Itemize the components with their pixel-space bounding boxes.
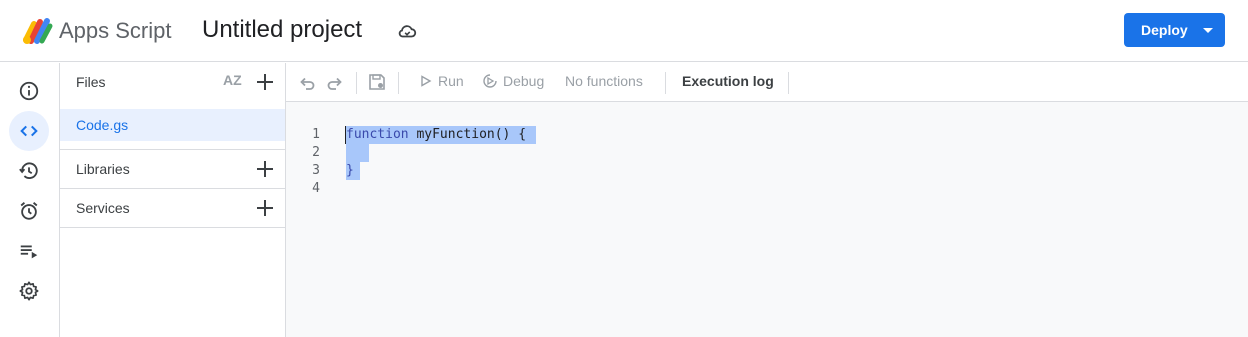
chevron-down-icon bbox=[1203, 28, 1213, 33]
executions-list-icon bbox=[20, 245, 38, 259]
file-item-code-gs[interactable]: Code.gs bbox=[60, 109, 285, 141]
files-heading: Files bbox=[76, 74, 106, 90]
rail-triggers[interactable] bbox=[9, 191, 49, 231]
file-name: Code.gs bbox=[76, 117, 129, 133]
undo-button[interactable] bbox=[298, 73, 316, 91]
project-title[interactable]: Untitled project bbox=[202, 14, 362, 46]
redo-icon bbox=[327, 77, 342, 90]
files-panel: Files AZ Code.gs Libraries Services bbox=[60, 63, 286, 337]
deploy-button[interactable]: Deploy bbox=[1124, 13, 1225, 47]
services-row: Services bbox=[60, 189, 285, 228]
debug-button[interactable]: Debug bbox=[482, 73, 544, 89]
function-select-value: No functions bbox=[565, 73, 643, 89]
history-icon bbox=[19, 162, 38, 179]
libraries-row: Libraries bbox=[60, 150, 285, 189]
toolbar-divider bbox=[398, 72, 399, 94]
debug-label: Debug bbox=[503, 73, 545, 89]
line-number: 4 bbox=[312, 181, 320, 196]
line-number: 2 bbox=[312, 145, 320, 160]
toolbar-divider bbox=[788, 72, 789, 94]
files-header: Files AZ bbox=[60, 63, 285, 102]
rail-overview[interactable] bbox=[9, 71, 49, 111]
libraries-heading: Libraries bbox=[76, 161, 130, 177]
rail-editor[interactable] bbox=[9, 111, 49, 151]
sort-az-icon[interactable]: AZ bbox=[223, 72, 242, 88]
add-service-icon[interactable] bbox=[255, 198, 275, 218]
alarm-clock-icon bbox=[20, 202, 38, 220]
editor-toolbar: Run Debug No functions Execution log bbox=[286, 63, 1248, 102]
save-button[interactable] bbox=[368, 73, 386, 91]
services-heading: Services bbox=[76, 200, 130, 216]
info-icon bbox=[19, 81, 39, 101]
debug-icon bbox=[483, 74, 497, 88]
redo-button[interactable] bbox=[326, 73, 344, 91]
run-button[interactable]: Run bbox=[420, 73, 464, 89]
cloud-saved-icon bbox=[398, 25, 417, 38]
apps-script-logo-icon[interactable] bbox=[20, 16, 54, 46]
code-line[interactable]: 1 function myFunction() { bbox=[286, 126, 986, 144]
gear-icon bbox=[19, 281, 39, 301]
execution-log-label: Execution log bbox=[682, 73, 774, 89]
code-editor[interactable]: 1 function myFunction() { 2 3 } 4 bbox=[286, 102, 1248, 337]
add-library-icon[interactable] bbox=[255, 159, 275, 179]
undo-icon bbox=[300, 77, 315, 90]
toolbar-divider bbox=[356, 72, 357, 94]
save-icon bbox=[369, 74, 385, 90]
function-select[interactable]: No functions bbox=[565, 73, 643, 89]
toolbar-divider bbox=[665, 72, 666, 94]
rail-executions[interactable] bbox=[9, 231, 49, 271]
deploy-label: Deploy bbox=[1141, 22, 1188, 38]
code-line[interactable]: 4 bbox=[286, 180, 986, 198]
code-brackets-icon bbox=[20, 125, 38, 137]
rail-settings[interactable] bbox=[9, 271, 49, 311]
code-line[interactable]: 3 } bbox=[286, 162, 986, 180]
add-file-icon[interactable] bbox=[255, 72, 275, 92]
rail-history[interactable] bbox=[9, 151, 49, 191]
code-line[interactable]: 2 bbox=[286, 144, 986, 162]
execution-log-button[interactable]: Execution log bbox=[682, 73, 774, 89]
code-text: } bbox=[346, 162, 360, 180]
app-name[interactable]: Apps Script bbox=[59, 16, 172, 46]
line-number: 1 bbox=[312, 127, 320, 142]
code-text: function myFunction() { bbox=[346, 126, 537, 144]
left-nav-rail bbox=[0, 63, 60, 337]
play-icon bbox=[421, 75, 432, 87]
top-bar: Apps Script Untitled project Deploy bbox=[0, 0, 1248, 62]
code-text bbox=[346, 144, 369, 162]
run-label: Run bbox=[438, 73, 464, 89]
line-number: 3 bbox=[312, 163, 320, 178]
